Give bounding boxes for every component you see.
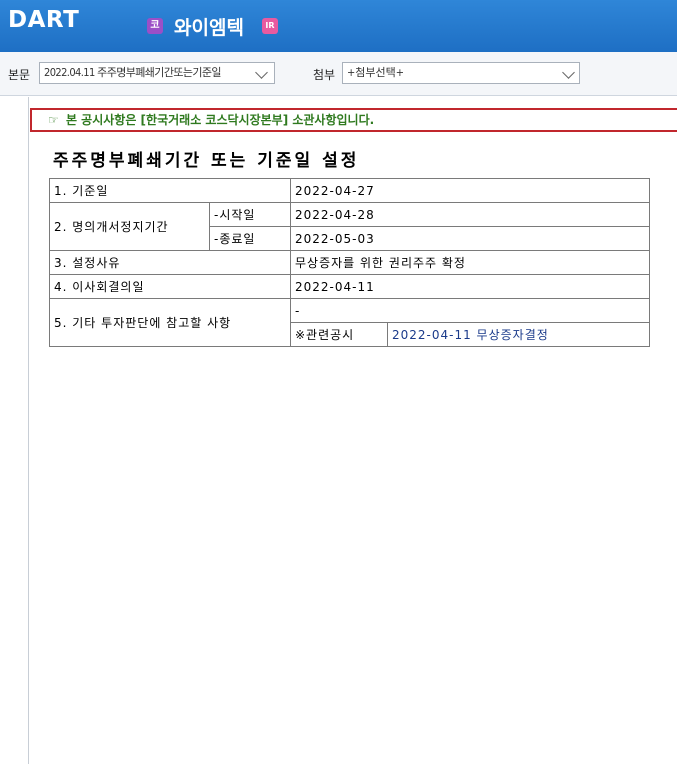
company-name: 와이엠텍 — [174, 17, 244, 39]
row-value: 2022-04-27 — [290, 178, 650, 203]
row-label: 5. 기타 투자판단에 참고할 사항 — [49, 298, 291, 347]
related-disclosure-link[interactable]: 2022-04-11 무상증자결정 — [387, 322, 650, 347]
body-label: 본문 — [8, 68, 31, 82]
row-value: 2022-04-11 — [290, 274, 650, 299]
dart-logo[interactable]: DART — [8, 6, 79, 34]
row-label: 1. 기준일 — [49, 178, 291, 203]
table-row: 3. 설정사유 무상증자를 위한 권리주주 확정 — [49, 250, 650, 275]
toolbar: 본문 2022.04.11 주주명부폐쇄기간또는기준일 첨부 +첨부선택+ — [0, 52, 677, 96]
row-label: 2. 명의개서정지기간 — [49, 202, 210, 251]
kosdaq-badge: 코 — [147, 18, 163, 34]
notice-text: 본 공시사항은 [한국거래소 코스닥시장본부] 소관사항입니다. — [65, 113, 375, 127]
row-value: 2022-05-03 — [290, 226, 650, 251]
chevron-down-icon — [255, 66, 268, 79]
sub-label: -종료일 — [209, 226, 291, 251]
related-label: ※관련공시 — [290, 322, 388, 347]
table-row: 1. 기준일 2022-04-27 — [49, 178, 650, 203]
body-select[interactable]: 2022.04.11 주주명부폐쇄기간또는기준일 — [39, 62, 275, 84]
row-value: - — [290, 298, 650, 323]
header-bar: DART 코 와이엠텍 IR — [0, 0, 677, 52]
attach-label: 첨부 — [313, 68, 336, 82]
table-row: 2. 명의개서정지기간 -시작일 2022-04-28 — [49, 202, 650, 251]
table-row: 5. 기타 투자판단에 참고할 사항 - — [49, 298, 650, 347]
ir-badge[interactable]: IR — [262, 18, 278, 34]
logo-text: DART — [8, 7, 80, 33]
table-row: 4. 이사회결의일 2022-04-11 — [49, 274, 650, 299]
content-divider — [28, 97, 29, 764]
attach-select[interactable]: +첨부선택+ — [342, 62, 580, 84]
chevron-down-icon — [562, 66, 575, 79]
sub-label: -시작일 — [209, 202, 291, 227]
body-select-value: 2022.04.11 주주명부폐쇄기간또는기준일 — [44, 66, 222, 79]
row-label: 4. 이사회결의일 — [49, 274, 291, 299]
row-value: 2022-04-28 — [290, 202, 650, 227]
disclosure-table: 1. 기준일 2022-04-27 2. 명의개서정지기간 -시작일 2022-… — [49, 178, 650, 347]
notice-banner: ☞ 본 공시사항은 [한국거래소 코스닥시장본부] 소관사항입니다. — [30, 108, 677, 132]
document-title: 주주명부폐쇄기간 또는 기준일 설정 — [53, 151, 360, 171]
row-label: 3. 설정사유 — [49, 250, 291, 275]
row-value: 무상증자를 위한 권리주주 확정 — [290, 250, 650, 275]
attach-select-value: +첨부선택+ — [347, 66, 405, 79]
pointing-hand-icon: ☞ — [48, 113, 59, 127]
